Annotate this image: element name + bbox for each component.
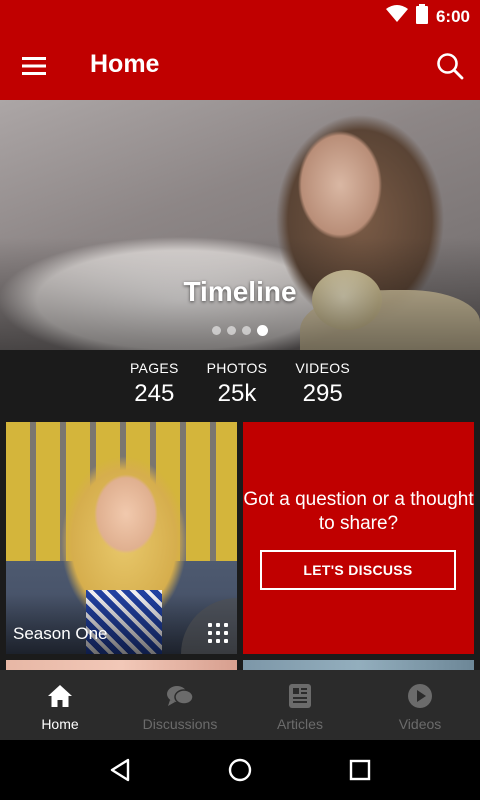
back-button[interactable] bbox=[100, 750, 140, 790]
lets-discuss-button[interactable]: LET'S DISCUSS bbox=[260, 550, 456, 590]
bottom-navigation: Home Discussions Articles Videos bbox=[0, 670, 480, 740]
app-bar: Home bbox=[0, 32, 480, 100]
play-circle-icon bbox=[406, 682, 434, 710]
search-button[interactable] bbox=[432, 48, 468, 84]
stat-photos[interactable]: PHOTOS 25k bbox=[207, 350, 268, 422]
home-icon bbox=[46, 682, 74, 710]
battery-icon bbox=[415, 4, 428, 29]
chat-icon bbox=[166, 682, 194, 710]
discuss-tile: Got a question or a thought to share? LE… bbox=[243, 422, 474, 654]
stat-label: VIDEOS bbox=[295, 360, 351, 376]
hero-carousel[interactable]: Timeline bbox=[0, 100, 480, 350]
status-icons: 6:00 bbox=[385, 4, 470, 29]
nav-item-articles[interactable]: Articles bbox=[240, 670, 360, 740]
recents-button[interactable] bbox=[340, 750, 380, 790]
home-circle-icon bbox=[228, 758, 252, 782]
wiki-stats: PAGES 245 PHOTOS 25k VIDEOS 295 bbox=[0, 350, 480, 422]
hero-overlay bbox=[0, 100, 480, 350]
stat-label: PHOTOS bbox=[206, 360, 268, 376]
tile-label: Season One bbox=[13, 624, 108, 643]
stat-value: 245 bbox=[134, 380, 175, 407]
carousel-dot[interactable] bbox=[212, 326, 221, 335]
hero-title: Timeline bbox=[183, 276, 297, 307]
page-title: Home bbox=[90, 50, 160, 78]
article-icon bbox=[286, 682, 314, 710]
stat-label: PAGES bbox=[129, 360, 179, 376]
nav-item-discussions[interactable]: Discussions bbox=[120, 670, 240, 740]
carousel-dot[interactable] bbox=[227, 326, 236, 335]
back-triangle-icon bbox=[110, 758, 130, 782]
stat-videos[interactable]: VIDEOS 295 bbox=[295, 350, 350, 422]
wifi-icon bbox=[385, 5, 408, 28]
stat-value: 295 bbox=[302, 380, 343, 407]
season-one-tile[interactable]: Season One bbox=[6, 422, 237, 654]
nav-label: Discussions bbox=[142, 716, 218, 732]
nav-label: Videos bbox=[398, 716, 442, 732]
nav-label: Home bbox=[41, 716, 79, 732]
home-system-button[interactable] bbox=[220, 750, 260, 790]
status-time: 6:00 bbox=[435, 6, 470, 26]
grid-icon bbox=[207, 622, 229, 644]
carousel-indicator bbox=[0, 325, 480, 336]
status-bar: 6:00 bbox=[0, 0, 480, 32]
nav-label: Articles bbox=[277, 716, 323, 732]
carousel-dot-active[interactable] bbox=[257, 325, 268, 336]
menu-button[interactable] bbox=[16, 50, 52, 82]
hamburger-menu-icon bbox=[22, 57, 46, 75]
nav-item-videos[interactable]: Videos bbox=[360, 670, 480, 740]
nav-item-home[interactable]: Home bbox=[0, 670, 120, 740]
stat-pages[interactable]: PAGES 245 bbox=[130, 350, 179, 422]
carousel-dot[interactable] bbox=[242, 326, 251, 335]
stat-value: 25k bbox=[217, 380, 257, 407]
discuss-prompt: Got a question or a thought to share? bbox=[243, 489, 474, 534]
recents-square-icon bbox=[349, 759, 371, 781]
system-navigation-bar bbox=[0, 740, 480, 800]
search-icon bbox=[437, 53, 464, 80]
